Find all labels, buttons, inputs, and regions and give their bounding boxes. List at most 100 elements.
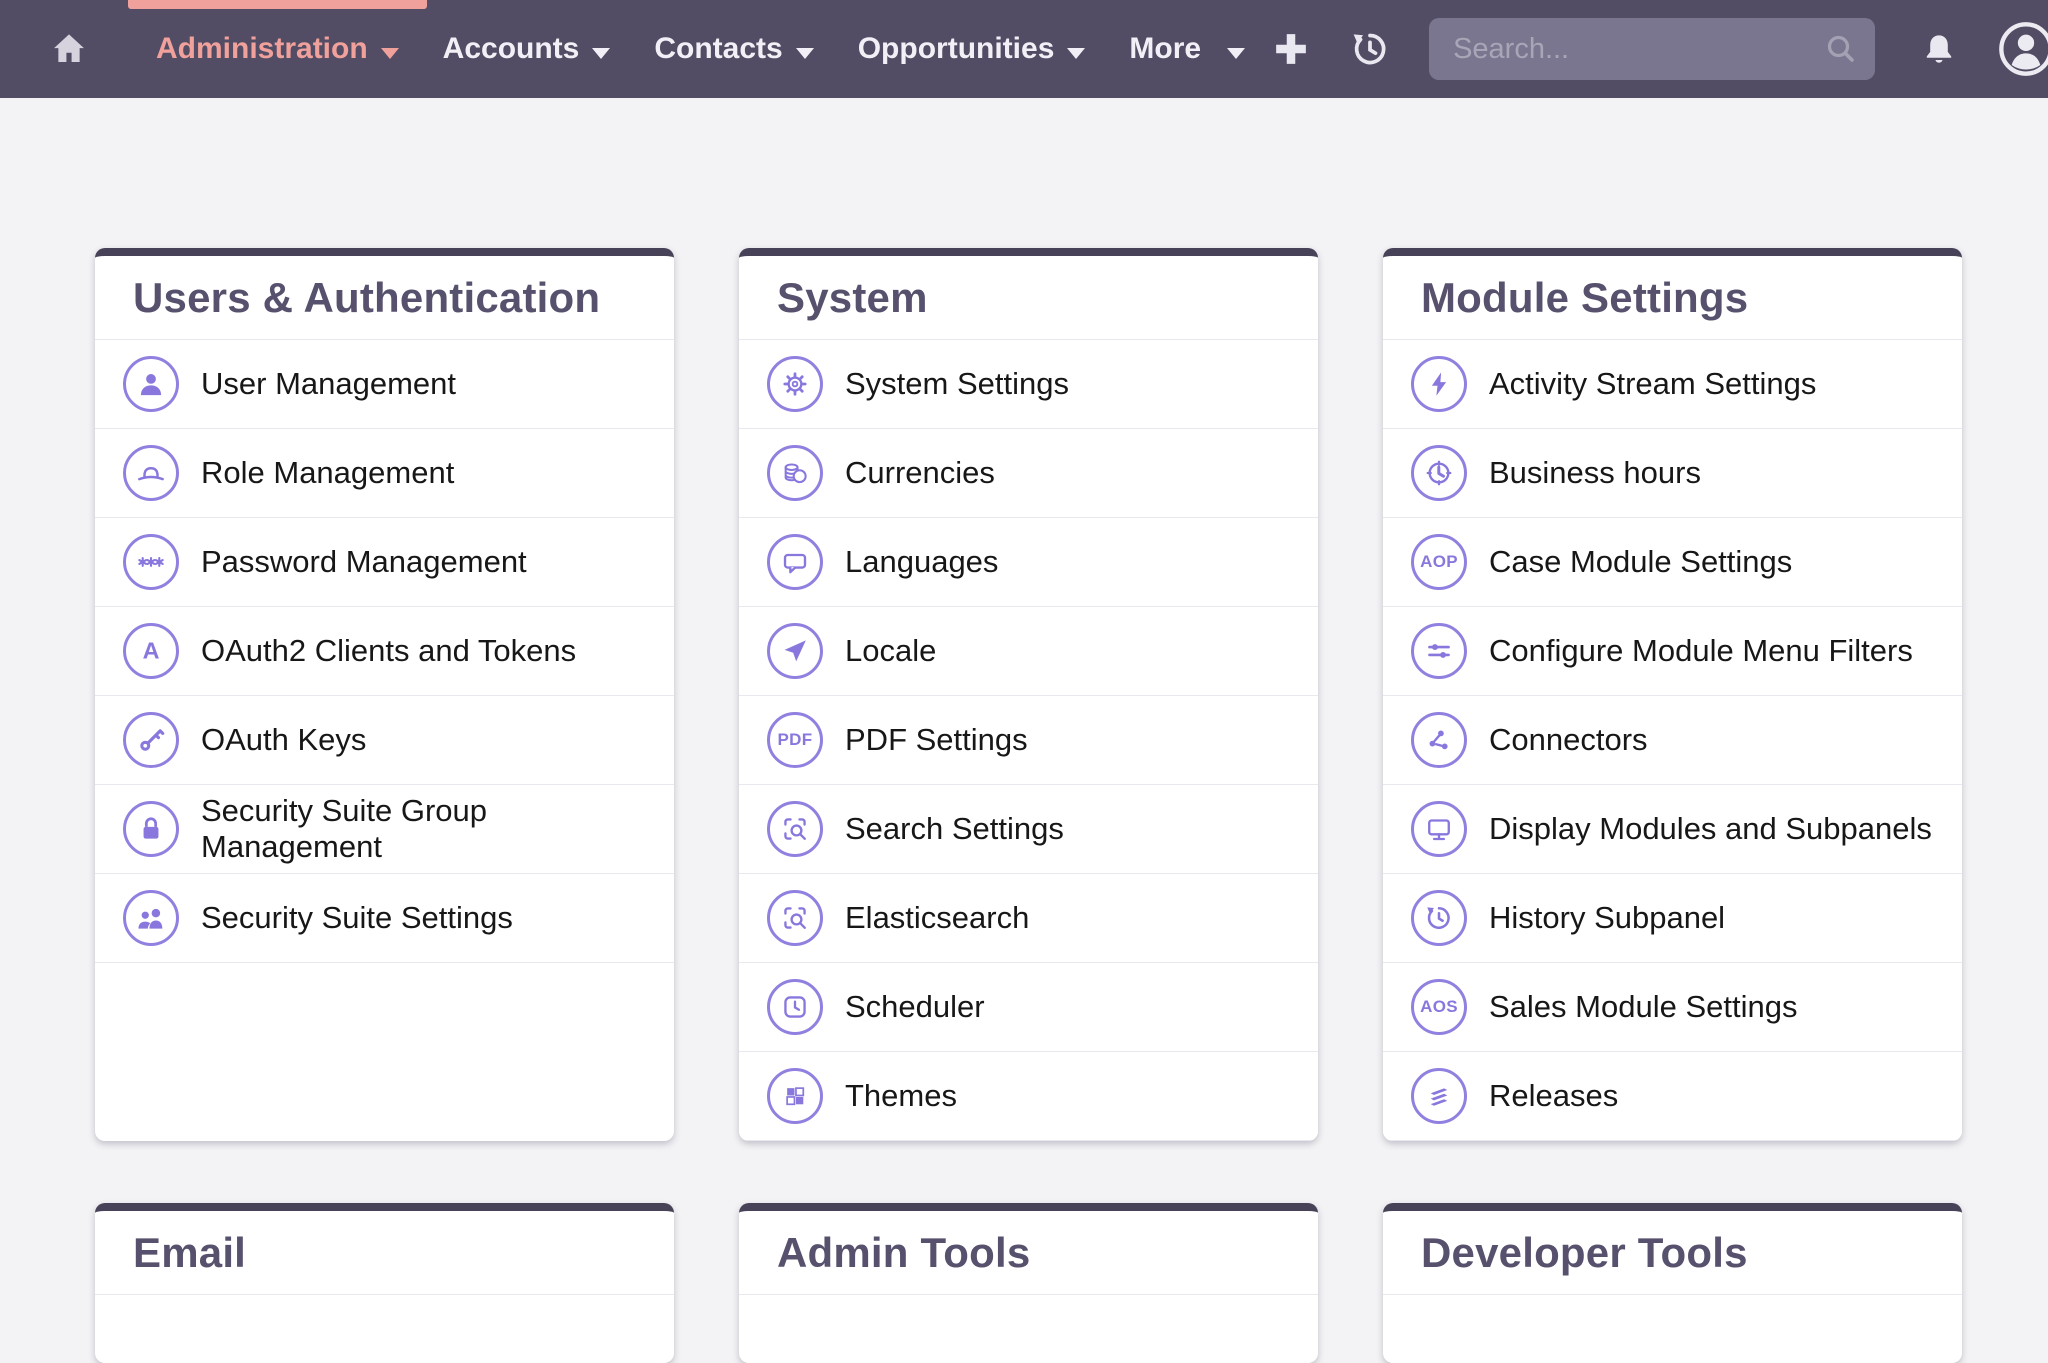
- badge-text: AOP: [1420, 552, 1458, 572]
- nav-item-label: Accounts: [443, 32, 580, 66]
- admin-link-label: PDF Settings: [845, 722, 1028, 758]
- asterisks-icon: [123, 534, 179, 590]
- admin-link-label: Role Management: [201, 455, 454, 491]
- quick-create-plus-icon[interactable]: [1267, 25, 1315, 73]
- scan-search-icon: [767, 801, 823, 857]
- gear-icon: [767, 356, 823, 412]
- panel-title: Users & Authentication: [95, 256, 674, 340]
- nav-item-label: Administration: [156, 32, 368, 66]
- lock-icon: [123, 801, 179, 857]
- recently-viewed-history-icon[interactable]: [1345, 24, 1395, 74]
- panel-module-settings: Module SettingsActivity Stream SettingsB…: [1383, 248, 1962, 1141]
- navigation-arrow-icon: [767, 623, 823, 679]
- aos-badge-icon: AOS: [1411, 979, 1467, 1035]
- user-group-icon: [123, 890, 179, 946]
- panel-system: System System Settings Currencies Languages…: [739, 248, 1318, 1141]
- notifications-bell-icon[interactable]: [1917, 27, 1961, 71]
- admin-link-role-management[interactable]: Role Management: [95, 429, 674, 518]
- admin-link-pdf-settings[interactable]: PDF PDF Settings: [739, 696, 1318, 785]
- admin-link-connectors[interactable]: Connectors: [1383, 696, 1962, 785]
- admin-link-currencies[interactable]: Currencies: [739, 429, 1318, 518]
- speech-bubble-icon: [767, 534, 823, 590]
- badge-text: AOS: [1420, 997, 1458, 1017]
- admin-link-label: Security Suite Group Management: [201, 793, 646, 865]
- panel-title: Email: [95, 1211, 674, 1295]
- admin-link-label: System Settings: [845, 366, 1069, 402]
- aop-badge-icon: AOP: [1411, 534, 1467, 590]
- nav-item-contacts[interactable]: Contacts: [632, 0, 835, 98]
- panel-email: Email: [95, 1203, 674, 1363]
- admin-link-label: OAuth Keys: [201, 722, 366, 758]
- admin-link-label: Currencies: [845, 455, 995, 491]
- admin-link-oauth2-clients-and-tokens[interactable]: AOAuth2 Clients and Tokens: [95, 607, 674, 696]
- admin-page: Users & Authentication User Management Rol…: [0, 248, 2048, 1363]
- admin-link-label: Password Management: [201, 544, 527, 580]
- history-arrow-icon: [1411, 890, 1467, 946]
- pdf-badge-icon: PDF: [767, 712, 823, 768]
- lightning-icon: [1411, 356, 1467, 412]
- admin-link-user-management[interactable]: User Management: [95, 340, 674, 429]
- admin-link-label: Sales Module Settings: [1489, 989, 1797, 1025]
- nav-item-label: Opportunities: [858, 32, 1055, 66]
- chevron-down-icon: [381, 48, 399, 59]
- admin-link-elasticsearch[interactable]: Elasticsearch: [739, 874, 1318, 963]
- admin-link-password-management[interactable]: Password Management: [95, 518, 674, 607]
- admin-link-label: Themes: [845, 1078, 957, 1114]
- admin-link-security-suite-group-management[interactable]: Security Suite Group Management: [95, 785, 674, 874]
- search-input[interactable]: [1429, 18, 1875, 80]
- admin-link-business-hours[interactable]: Business hours: [1383, 429, 1962, 518]
- home-icon[interactable]: [46, 26, 92, 72]
- admin-link-releases[interactable]: Releases: [1383, 1052, 1962, 1141]
- coins-icon: [767, 445, 823, 501]
- layers-icon: [1411, 1068, 1467, 1124]
- hat-icon: [123, 445, 179, 501]
- nav-item-label: More: [1129, 32, 1201, 66]
- nav-item-accounts[interactable]: Accounts: [421, 0, 633, 98]
- admin-panels-row-1: Users & Authentication User Management Rol…: [95, 248, 1962, 1141]
- admin-link-themes[interactable]: Themes: [739, 1052, 1318, 1141]
- admin-link-display-modules-and-subpanels[interactable]: Display Modules and Subpanels: [1383, 785, 1962, 874]
- chevron-down-icon: [1227, 48, 1245, 59]
- panel-title: Admin Tools: [739, 1211, 1318, 1295]
- user-avatar[interactable]: [1997, 20, 2048, 78]
- clock-icon: [1411, 445, 1467, 501]
- top-navbar: Administration Accounts Contacts Opportunit…: [0, 0, 2048, 98]
- chevron-down-icon: [796, 48, 814, 59]
- admin-link-search-settings[interactable]: Search Settings: [739, 785, 1318, 874]
- panel-title: Module Settings: [1383, 256, 1962, 340]
- admin-link-label: Search Settings: [845, 811, 1064, 847]
- scan-search-icon: [767, 890, 823, 946]
- share-nodes-icon: [1411, 712, 1467, 768]
- badge-text: PDF: [778, 730, 813, 750]
- admin-link-label: Locale: [845, 633, 936, 669]
- admin-link-label: Display Modules and Subpanels: [1489, 811, 1932, 847]
- admin-link-label: User Management: [201, 366, 456, 402]
- admin-link-case-module-settings[interactable]: AOPCase Module Settings: [1383, 518, 1962, 607]
- admin-link-security-suite-settings[interactable]: Security Suite Settings: [95, 874, 674, 963]
- admin-link-locale[interactable]: Locale: [739, 607, 1318, 696]
- navbar-right-group: [1267, 18, 2048, 80]
- admin-link-sales-module-settings[interactable]: AOS Sales Module Settings: [1383, 963, 1962, 1052]
- admin-link-configure-module-menu-filters[interactable]: Configure Module Menu Filters: [1383, 607, 1962, 696]
- admin-link-system-settings[interactable]: System Settings: [739, 340, 1318, 429]
- admin-link-scheduler[interactable]: Scheduler: [739, 963, 1318, 1052]
- nav-item-administration[interactable]: Administration: [134, 0, 421, 98]
- clock-square-icon: [767, 979, 823, 1035]
- panel-users-and-authentication: Users & Authentication User Management Rol…: [95, 248, 674, 1141]
- search-icon[interactable]: [1821, 29, 1861, 69]
- nav-item-label: Contacts: [654, 32, 782, 66]
- panel-title: System: [739, 256, 1318, 340]
- admin-link-oauth-keys[interactable]: OAuth Keys: [95, 696, 674, 785]
- admin-link-history-subpanel[interactable]: History Subpanel: [1383, 874, 1962, 963]
- admin-link-label: Security Suite Settings: [201, 900, 513, 936]
- nav-item-opportunities[interactable]: Opportunities: [836, 0, 1108, 98]
- nav-item-more[interactable]: More: [1107, 0, 1267, 98]
- key-icon: [123, 712, 179, 768]
- admin-link-activity-stream-settings[interactable]: Activity Stream Settings: [1383, 340, 1962, 429]
- admin-panels-row-2: Email Admin Tools Developer Tools: [95, 1203, 1962, 1363]
- admin-link-languages[interactable]: Languages: [739, 518, 1318, 607]
- panel-developer-tools: Developer Tools: [1383, 1203, 1962, 1363]
- monitor-icon: [1411, 801, 1467, 857]
- admin-link-label: History Subpanel: [1489, 900, 1725, 936]
- primary-nav: Administration Accounts Contacts Opportunit…: [134, 0, 1267, 98]
